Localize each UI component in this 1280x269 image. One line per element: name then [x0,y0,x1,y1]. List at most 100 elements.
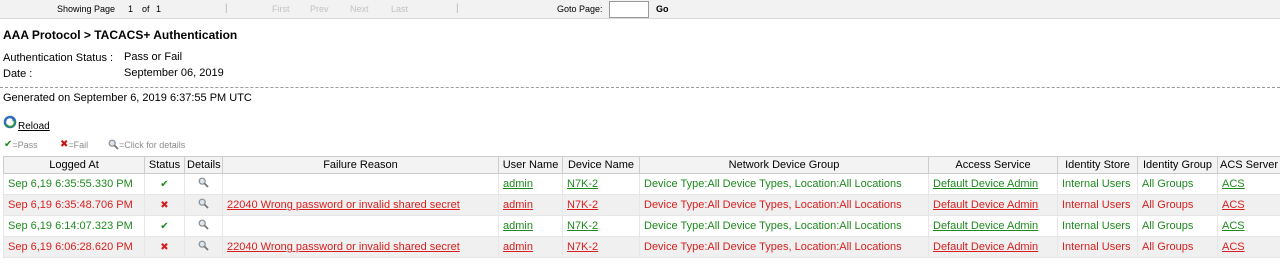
user-name-link[interactable]: admin [503,220,533,232]
acs-server-link[interactable]: ACS [1222,178,1245,190]
reload-icon [3,115,17,129]
network-device-group-cell: Device Type:All Device Types, Location:A… [639,215,929,237]
acs-server-cell: ACS [1217,215,1280,237]
acs-server-link[interactable]: ACS [1222,241,1245,253]
failure-reason-cell [222,215,499,237]
details-cell[interactable] [184,236,223,258]
device-name-link[interactable]: N7K-2 [567,220,598,232]
check-icon: ✔ [160,221,169,232]
check-icon: ✔ [160,179,169,190]
device-name-cell: N7K-2 [562,173,640,195]
device-name-link[interactable]: N7K-2 [567,178,598,190]
go-button[interactable]: Go [656,4,669,14]
cross-icon: ✖ [160,242,169,253]
current-page-number: 1 [128,4,134,14]
goto-page-label: Goto Page: [557,4,603,14]
pager-separator: | [225,3,228,14]
table-row: Sep 6,19 6:06:28.620 PM ✖ 22040 Wrong pa… [3,236,1280,258]
access-service-link[interactable]: Default Device Admin [933,241,1038,253]
user-name-link[interactable]: admin [503,199,533,211]
column-header[interactable]: Logged At [3,156,145,174]
network-device-group-cell: Device Type:All Device Types, Location:A… [639,173,929,195]
pager-separator: | [456,3,459,14]
access-service-cell: Default Device Admin [928,194,1058,216]
device-name-link[interactable]: N7K-2 [567,199,598,211]
column-header[interactable]: Identity Group [1137,156,1218,174]
access-service-link[interactable]: Default Device Admin [933,199,1038,211]
user-name-cell: admin [498,215,563,237]
column-header[interactable]: Status [144,156,185,174]
of-label: of [142,4,150,14]
total-pages: 1 [156,4,162,14]
reload-button[interactable]: Reload [3,115,50,132]
logged-at-cell: Sep 6,19 6:14:07.323 PM [3,215,145,237]
failure-reason-link[interactable]: 22040 Wrong password or invalid shared s… [227,241,460,253]
table-row: Sep 6,19 6:35:55.330 PM ✔ admin N7K-2 De… [3,173,1280,195]
identity-store-cell: Internal Users [1057,236,1138,258]
prev-page-link[interactable]: Prev [310,4,329,14]
details-cell[interactable] [184,215,223,237]
access-service-cell: Default Device Admin [928,236,1058,258]
column-header[interactable]: Failure Reason [222,156,499,174]
acs-server-cell: ACS [1217,236,1280,258]
column-header[interactable]: Device Name [562,156,640,174]
acs-server-cell: ACS [1217,194,1280,216]
status-cell: ✔ [144,215,185,237]
user-name-cell: admin [498,173,563,195]
user-name-link[interactable]: admin [503,178,533,190]
acs-server-link[interactable]: ACS [1222,220,1245,232]
identity-group-cell: All Groups [1137,194,1218,216]
column-header[interactable]: Access Service [928,156,1058,174]
device-name-cell: N7K-2 [562,236,640,258]
report-title: AAA Protocol > TACACS+ Authentication [3,28,238,42]
failure-reason-link[interactable]: 22040 Wrong password or invalid shared s… [227,199,460,211]
magnifier-icon [108,139,119,150]
acs-server-link[interactable]: ACS [1222,199,1245,211]
auth-status-label: Authentication Status : [3,52,114,64]
legend-details-label: =Click for details [119,139,186,150]
next-page-link[interactable]: Next [350,4,369,14]
user-name-cell: admin [498,236,563,258]
legend-pass: ✔ =Pass [4,139,38,150]
access-service-cell: Default Device Admin [928,215,1058,237]
acs-server-cell: ACS [1217,173,1280,195]
status-cell: ✔ [144,173,185,195]
access-service-cell: Default Device Admin [928,173,1058,195]
access-service-link[interactable]: Default Device Admin [933,220,1038,232]
identity-group-cell: All Groups [1137,173,1218,195]
goto-page-input[interactable] [609,1,649,18]
check-icon: ✔ [4,139,13,150]
legend-fail: ✖ =Fail [60,139,88,150]
magnifier-icon[interactable] [198,219,209,230]
failure-reason-cell: 22040 Wrong password or invalid shared s… [222,236,499,258]
legend-pass-label: =Pass [12,139,38,150]
details-cell[interactable] [184,194,223,216]
device-name-cell: N7K-2 [562,194,640,216]
identity-store-cell: Internal Users [1057,215,1138,237]
identity-store-cell: Internal Users [1057,194,1138,216]
column-header[interactable]: Details [184,156,223,174]
details-cell[interactable] [184,173,223,195]
column-header[interactable]: ACS Server [1217,156,1280,174]
last-page-link[interactable]: Last [391,4,408,14]
column-header[interactable]: Identity Store [1057,156,1138,174]
magnifier-icon[interactable] [198,240,209,251]
network-device-group-cell: Device Type:All Device Types, Location:A… [639,194,929,216]
failure-reason-cell: 22040 Wrong password or invalid shared s… [222,194,499,216]
column-header[interactable]: Network Device Group [639,156,929,174]
logged-at-cell: Sep 6,19 6:35:55.330 PM [3,173,145,195]
first-page-link[interactable]: First [272,4,290,14]
logged-at-cell: Sep 6,19 6:35:48.706 PM [3,194,145,216]
table-row: Sep 6,19 6:14:07.323 PM ✔ admin N7K-2 De… [3,215,1280,237]
failure-reason-cell [222,173,499,195]
magnifier-icon[interactable] [198,177,209,188]
column-header[interactable]: User Name [498,156,563,174]
date-label: Date : [3,68,33,80]
identity-store-cell: Internal Users [1057,173,1138,195]
device-name-cell: N7K-2 [562,215,640,237]
access-service-link[interactable]: Default Device Admin [933,178,1038,190]
status-cell: ✖ [144,236,185,258]
user-name-link[interactable]: admin [503,241,533,253]
device-name-link[interactable]: N7K-2 [567,241,598,253]
magnifier-icon[interactable] [198,198,209,209]
